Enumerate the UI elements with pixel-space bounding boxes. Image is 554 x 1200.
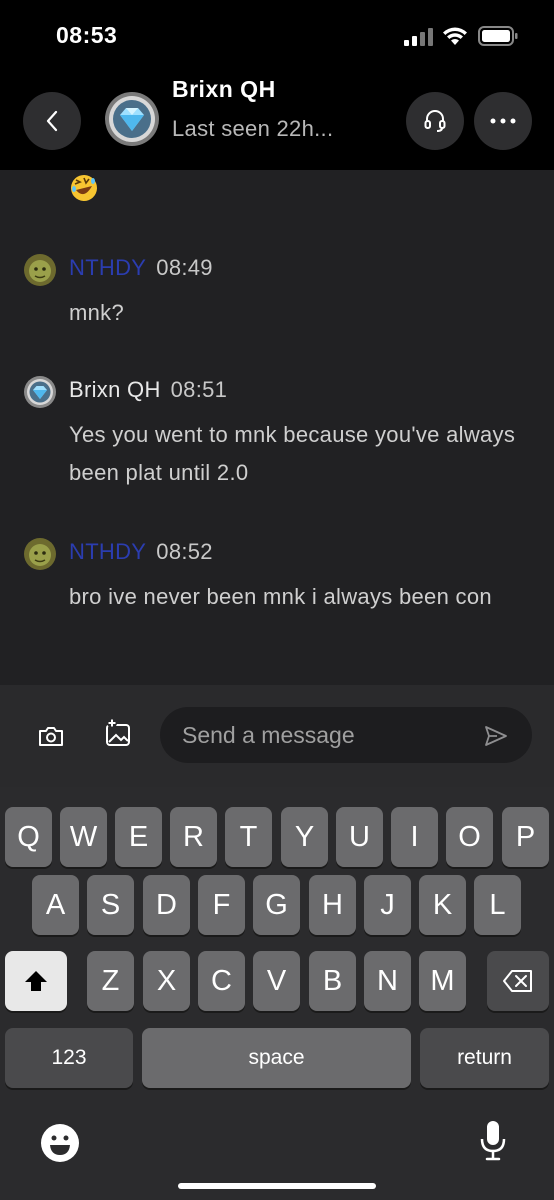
last-seen-status: Last seen 22h... — [172, 116, 334, 141]
camera-icon[interactable] — [36, 721, 66, 751]
numbers-key[interactable]: 123 — [5, 1028, 133, 1088]
wifi-icon — [443, 27, 467, 45]
message-time: 08:49 — [156, 255, 213, 280]
message-author: Brixn QH 08:51 — [69, 377, 227, 403]
diamond-avatar-icon[interactable] — [24, 376, 56, 408]
message-input[interactable] — [160, 707, 532, 763]
battery-icon — [478, 26, 518, 46]
key-h[interactable]: H — [309, 875, 356, 935]
key-o[interactable]: O — [446, 807, 493, 867]
key-a[interactable]: A — [32, 875, 79, 935]
key-r[interactable]: R — [170, 807, 217, 867]
key-i[interactable]: I — [391, 807, 438, 867]
author-name: NTHDY — [69, 255, 147, 280]
message-time: 08:51 — [170, 377, 228, 402]
key-u[interactable]: U — [336, 807, 383, 867]
microphone-icon[interactable] — [478, 1119, 508, 1163]
key-v[interactable]: V — [253, 951, 300, 1011]
more-dots-icon — [490, 118, 516, 124]
diamond-avatar-icon[interactable] — [104, 91, 160, 147]
key-k[interactable]: K — [419, 875, 466, 935]
home-indicator[interactable] — [178, 1183, 376, 1189]
key-x[interactable]: X — [143, 951, 190, 1011]
headset-icon — [424, 110, 446, 132]
return-key[interactable]: return — [420, 1028, 549, 1088]
key-q[interactable]: Q — [5, 807, 52, 867]
backspace-icon — [503, 970, 532, 992]
shift-icon — [25, 971, 47, 991]
signal-icon — [404, 28, 433, 46]
author-name: NTHDY — [69, 539, 147, 564]
key-s[interactable]: S — [87, 875, 134, 935]
key-e[interactable]: E — [115, 807, 162, 867]
message-author: NTHDY 08:49 — [69, 255, 213, 281]
message-time: 08:52 — [156, 539, 213, 564]
key-m[interactable]: M — [419, 951, 466, 1011]
key-c[interactable]: C — [198, 951, 245, 1011]
keyboard: Q W E R T Y U I O P A S D F G H J K L Z … — [0, 787, 554, 1200]
key-g[interactable]: G — [253, 875, 300, 935]
space-key[interactable]: space — [142, 1028, 411, 1088]
chat-header: Brixn QH Last seen 22h... — [0, 70, 554, 170]
shift-key[interactable] — [5, 951, 67, 1011]
chat-title: Brixn QH — [172, 76, 276, 102]
back-chevron-icon — [46, 110, 58, 132]
back-button[interactable] — [23, 92, 81, 150]
key-t[interactable]: T — [225, 807, 272, 867]
status-time: 08:53 — [56, 22, 118, 48]
key-f[interactable]: F — [198, 875, 245, 935]
laughing-emoji-icon — [71, 175, 97, 201]
emoji-icon[interactable] — [40, 1123, 80, 1163]
message-text: Yes you went to mnk because you've alway… — [69, 422, 516, 485]
key-w[interactable]: W — [60, 807, 107, 867]
key-l[interactable]: L — [474, 875, 521, 935]
message-text: mnk? — [69, 300, 124, 325]
add-image-icon[interactable] — [104, 719, 134, 749]
message-author: NTHDY 08:52 — [69, 539, 213, 565]
key-b[interactable]: B — [309, 951, 356, 1011]
key-n[interactable]: N — [364, 951, 411, 1011]
key-d[interactable]: D — [143, 875, 190, 935]
send-icon[interactable] — [484, 725, 508, 747]
backspace-key[interactable] — [487, 951, 549, 1011]
author-name: Brixn QH — [69, 377, 161, 402]
message-list[interactable]: NTHDY 08:49 mnk? Brixn QH 08:51 Yes you we… — [0, 170, 554, 685]
voice-call-button[interactable] — [406, 92, 464, 150]
status-bar: 08:53 — [0, 0, 554, 70]
key-y[interactable]: Y — [281, 807, 328, 867]
key-j[interactable]: J — [364, 875, 411, 935]
shrek-avatar-icon[interactable] — [24, 254, 56, 286]
message-composer — [0, 685, 554, 787]
key-p[interactable]: P — [502, 807, 549, 867]
key-z[interactable]: Z — [87, 951, 134, 1011]
shrek-avatar-icon[interactable] — [24, 538, 56, 570]
more-options-button[interactable] — [474, 92, 532, 150]
message-text: bro ive never been mnk i always been con — [69, 584, 492, 609]
